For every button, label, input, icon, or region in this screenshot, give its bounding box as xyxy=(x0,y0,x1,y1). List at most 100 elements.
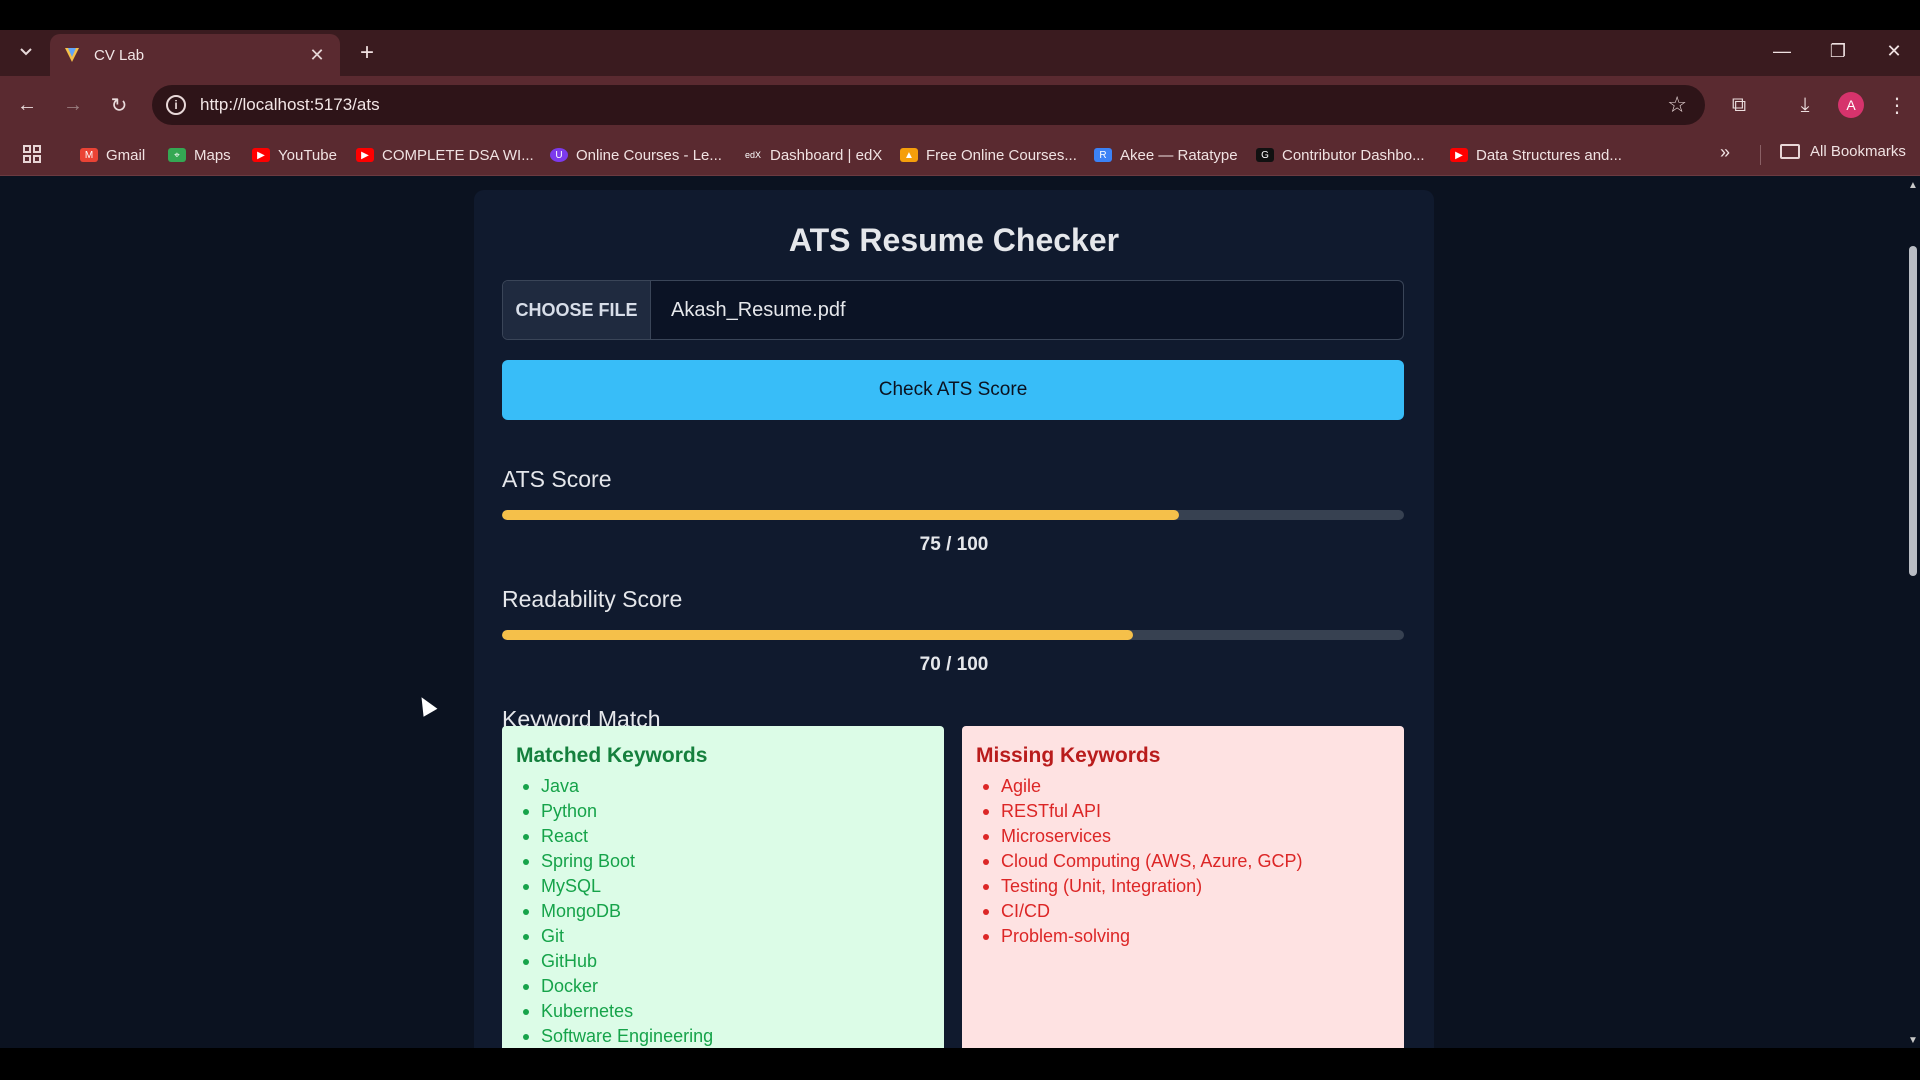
udemy-icon: U xyxy=(550,148,568,162)
gmail-icon: M xyxy=(80,148,98,162)
cv-lab-favicon-icon xyxy=(65,48,79,62)
keyword-item: Spring Boot xyxy=(516,849,930,874)
tab-title: CV Lab xyxy=(94,46,145,64)
back-icon[interactable]: ← xyxy=(12,90,42,120)
bookmark-label: Free Online Courses... xyxy=(926,146,1077,164)
active-tab[interactable]: CV Lab ✕ xyxy=(50,34,340,76)
reload-icon[interactable]: ↻ xyxy=(104,90,134,120)
bookmark-label: Gmail xyxy=(106,146,146,164)
tab-bar: CV Lab ✕ + — ❐ ✕ xyxy=(0,30,1920,76)
page-viewport: ATS Resume Checker CHOOSE FILE Akash_Res… xyxy=(0,176,1905,1048)
restore-icon[interactable]: ❐ xyxy=(1818,36,1858,66)
url-text[interactable]: http://localhost:5173/ats xyxy=(200,95,1667,115)
bookmarks-divider xyxy=(1760,145,1761,165)
ratatype-icon: R xyxy=(1094,148,1112,162)
screen-bottom-strip xyxy=(0,1048,1920,1080)
downloads-icon[interactable]: ⤓ xyxy=(1790,90,1820,120)
bookmark-youtube[interactable]: ▶ YouTube xyxy=(252,143,337,167)
new-tab-icon[interactable]: + xyxy=(352,38,382,68)
keyword-item: Testing (Unit, Integration) xyxy=(976,874,1390,899)
bookmark-label: Online Courses - Le... xyxy=(576,146,722,164)
matched-keywords-panel: Matched Keywords Java Python React Spring B… xyxy=(502,726,944,1048)
bookmark-gmail[interactable]: M Gmail xyxy=(80,143,145,167)
edx-icon: edX xyxy=(744,148,762,162)
tab-search-dropdown-icon[interactable] xyxy=(12,38,40,66)
readability-score-title: Readability Score xyxy=(502,586,683,612)
bookmarks-bar: M Gmail ⌖ Maps ▶ YouTube ▶ COMPLETE DSA WI..… xyxy=(0,134,1920,176)
bookmark-label: YouTube xyxy=(278,146,337,164)
checker-card: ATS Resume Checker CHOOSE FILE Akash_Res… xyxy=(474,190,1434,1048)
keyword-item: Python xyxy=(516,799,930,824)
mouse-cursor-icon xyxy=(414,693,438,717)
scroll-up-icon[interactable]: ▲ xyxy=(1908,180,1918,191)
bookmark-label: Dashboard | edX xyxy=(770,146,883,164)
extensions-icon[interactable]: ⧉ xyxy=(1724,90,1754,120)
screen-top-strip xyxy=(0,0,1920,30)
bookmark-dsa[interactable]: ▶ COMPLETE DSA WI... xyxy=(356,143,534,167)
selected-file-name: Akash_Resume.pdf xyxy=(671,298,846,321)
keyword-item: Java xyxy=(516,774,930,799)
folder-icon xyxy=(1780,144,1800,159)
readability-score-value: 70 / 100 xyxy=(919,654,989,675)
keyword-item: Agile xyxy=(976,774,1390,799)
browser-toolbar: ← → ↻ i http://localhost:5173/ats ☆ ⧉ ⤓ … xyxy=(0,76,1920,134)
all-bookmarks-label: All Bookmarks xyxy=(1810,143,1906,160)
close-window-icon[interactable]: ✕ xyxy=(1874,36,1914,66)
check-ats-score-button[interactable]: Check ATS Score xyxy=(502,360,1404,420)
bookmark-label: Data Structures and... xyxy=(1476,146,1622,164)
keyword-item: Microservices xyxy=(976,824,1390,849)
keyword-item: GitHub xyxy=(516,949,930,974)
bookmark-contributor[interactable]: G Contributor Dashbo... xyxy=(1256,143,1425,167)
ats-score-value: 75 / 100 xyxy=(919,534,989,555)
keyword-item: MongoDB xyxy=(516,899,930,924)
matched-keywords-list: Java Python React Spring Boot MySQL MongoDB Gi… xyxy=(516,774,930,1048)
missing-keywords-heading: Missing Keywords xyxy=(976,744,1161,767)
tab-close-icon[interactable]: ✕ xyxy=(306,45,328,66)
bookmark-edx[interactable]: edX Dashboard | edX xyxy=(744,143,882,167)
readability-score-bar xyxy=(502,630,1404,640)
keyword-item: MySQL xyxy=(516,874,930,899)
bookmark-label: COMPLETE DSA WI... xyxy=(382,146,534,164)
bookmark-label: Contributor Dashbo... xyxy=(1282,146,1425,164)
youtube-icon: ▶ xyxy=(252,148,270,162)
missing-keywords-panel: Missing Keywords Agile RESTful API Microse… xyxy=(962,726,1404,1048)
keyword-item: Docker xyxy=(516,974,930,999)
matched-keywords-heading: Matched Keywords xyxy=(516,744,708,767)
scrollbar-thumb[interactable] xyxy=(1909,246,1917,576)
bookmark-label: Akee — Ratatype xyxy=(1120,146,1238,164)
forward-icon[interactable]: → xyxy=(58,90,88,120)
more-bookmarks-icon[interactable]: » xyxy=(1720,142,1730,163)
keyword-item: CI/CD xyxy=(976,899,1390,924)
bookmark-data-structures[interactable]: ▶ Data Structures and... xyxy=(1450,143,1622,167)
bookmark-ratatype[interactable]: R Akee — Ratatype xyxy=(1094,143,1238,167)
address-bar[interactable]: i http://localhost:5173/ats ☆ xyxy=(152,85,1705,125)
scroll-down-icon[interactable]: ▼ xyxy=(1908,1035,1918,1046)
ats-score-bar xyxy=(502,510,1404,520)
bookmark-maps[interactable]: ⌖ Maps xyxy=(168,143,231,167)
maps-icon: ⌖ xyxy=(168,148,186,162)
keyword-item: Cloud Computing (AWS, Azure, GCP) xyxy=(976,849,1390,874)
keyword-item: Software Engineering xyxy=(516,1024,930,1048)
youtube-icon: ▶ xyxy=(356,148,374,162)
profile-avatar[interactable]: A xyxy=(1838,92,1864,118)
bookmark-star-icon[interactable]: ☆ xyxy=(1667,92,1687,118)
apps-grid-icon[interactable] xyxy=(22,144,44,166)
contributor-icon: G xyxy=(1256,148,1274,162)
ats-score-title: ATS Score xyxy=(502,466,612,492)
missing-keywords-list: Agile RESTful API Microservices Cloud Compu… xyxy=(976,774,1390,949)
page-scrollbar[interactable]: ▲ ▼ xyxy=(1905,176,1920,1048)
minimize-icon[interactable]: — xyxy=(1762,36,1802,66)
bookmark-online-courses[interactable]: U Online Courses - Le... xyxy=(550,143,722,167)
site-info-icon[interactable]: i xyxy=(166,95,186,115)
bookmark-free-courses[interactable]: ▲ Free Online Courses... xyxy=(900,143,1077,167)
keyword-item: Git xyxy=(516,924,930,949)
ats-score-bar-fill xyxy=(502,510,1179,520)
menu-kebab-icon[interactable]: ⋮ xyxy=(1882,90,1912,120)
all-bookmarks-button[interactable]: All Bookmarks xyxy=(1780,143,1906,160)
keyword-item: React xyxy=(516,824,930,849)
file-input[interactable]: CHOOSE FILE Akash_Resume.pdf xyxy=(502,280,1404,340)
keyword-item: RESTful API xyxy=(976,799,1390,824)
choose-file-button[interactable]: CHOOSE FILE xyxy=(503,281,651,339)
page-title: ATS Resume Checker xyxy=(788,222,1120,258)
keyword-item: Kubernetes xyxy=(516,999,930,1024)
